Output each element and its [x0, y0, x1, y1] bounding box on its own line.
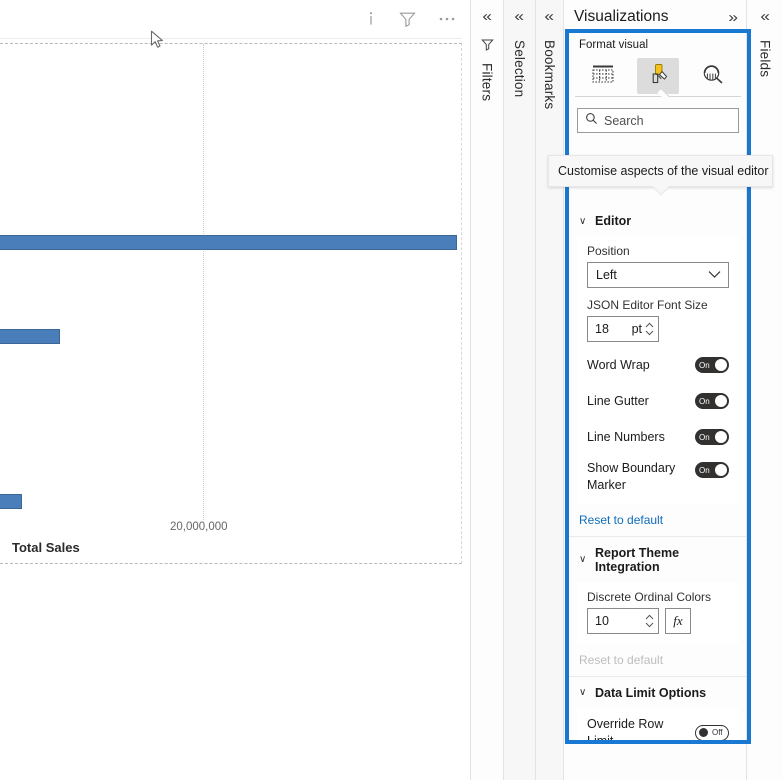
toggle-knob — [715, 395, 727, 407]
expand-fields-chevron[interactable]: « — [760, 9, 770, 24]
search-placeholder: Search — [604, 113, 644, 128]
json-font-size-value: 18 — [595, 322, 609, 336]
line-numbers-toggle[interactable]: On — [695, 429, 729, 445]
visualizations-header: Visualizations » — [564, 0, 746, 26]
line-gutter-toggle[interactable]: On — [695, 393, 729, 409]
selection-pane-label: Selection — [512, 40, 527, 98]
analytics-tab[interactable] — [692, 58, 734, 94]
line-numbers-state: On — [699, 432, 710, 442]
line-numbers-label: Line Numbers — [587, 429, 665, 444]
filter-icon[interactable] — [399, 11, 416, 27]
json-font-size-label: JSON Editor Font Size — [587, 298, 708, 312]
chevron-down-icon — [708, 266, 721, 284]
discrete-ordinal-colors-value: 10 — [595, 613, 609, 628]
toolbar-divider — [0, 38, 462, 39]
chevron-down-icon: ∨ — [579, 554, 587, 566]
search-icon — [585, 112, 598, 130]
fields-pane-collapsed[interactable]: « Fields — [746, 0, 783, 780]
build-visual-tab[interactable] — [582, 58, 624, 94]
section-header-report-theme-integration[interactable]: ∨ Report Theme Integration — [569, 537, 747, 582]
filter-icon — [480, 38, 494, 56]
bookmarks-pane-collapsed[interactable]: « Bookmarks — [535, 0, 563, 780]
collapse-visualizations-chevron[interactable]: » — [728, 9, 738, 26]
section-title-data-limit-options: Data Limit Options — [595, 685, 707, 700]
position-dropdown[interactable]: Left — [587, 262, 729, 288]
expand-selection-chevron[interactable]: « — [515, 9, 525, 24]
chevron-down-icon: ∨ — [579, 687, 587, 699]
format-search-wrapper: Search — [569, 106, 747, 133]
section-title-editor: Editor — [595, 214, 632, 228]
show-boundary-marker-toggle[interactable]: On — [695, 462, 729, 478]
section-title-report-theme-integration: Report Theme Integration — [595, 545, 680, 574]
word-wrap-state: On — [699, 360, 710, 370]
override-row-limit-row: Override Row Limit Off — [587, 716, 729, 740]
more-options-icon[interactable] — [438, 11, 456, 27]
fields-pane-label: Fields — [757, 40, 773, 78]
editor-card: Position Left JSON Editor Font Size 18 p… — [577, 236, 739, 504]
line-gutter-state: On — [699, 396, 710, 406]
gridline-20m — [203, 44, 204, 520]
table-grid-icon — [590, 62, 616, 91]
toggle-knob — [715, 431, 727, 443]
conditional-formatting-fx-button[interactable]: fx — [665, 607, 691, 634]
position-value: Left — [596, 268, 617, 282]
chevron-down-icon: ∨ — [579, 215, 587, 227]
spinner-arrows-icon[interactable] — [645, 613, 654, 629]
tooltip-text: Customise aspects of the visual editor — [558, 164, 769, 178]
bar-3[interactable] — [0, 494, 22, 509]
selection-pane-collapsed[interactable]: « Selection — [503, 0, 535, 780]
toggle-knob — [699, 728, 708, 738]
reset-to-default-editor[interactable]: Reset to default — [569, 504, 747, 536]
reset-to-default-report-theme-integration: Reset to default — [579, 652, 664, 667]
json-font-size-unit: pt — [631, 322, 642, 336]
visualizations-title: Visualizations — [574, 8, 669, 25]
report-theme-integration-card: Discrete Ordinal Colors 10 fx — [577, 581, 739, 644]
data-limit-options-card: Override Row Limit Off — [577, 707, 739, 740]
toggle-knob — [715, 359, 727, 371]
override-row-limit-state: Off — [712, 728, 723, 738]
x-axis-tick-label: 20,000,000 — [170, 521, 228, 533]
discrete-ordinal-colors-controls: 10 fx — [587, 607, 729, 634]
line-gutter-row: Line Gutter On — [587, 388, 729, 414]
discrete-ordinal-colors-input[interactable]: 10 — [587, 607, 659, 634]
bar-chart-plot[interactable] — [0, 44, 462, 520]
line-gutter-label: Line Gutter — [587, 393, 649, 408]
editor-tooltip: Customise aspects of the visual editor — [548, 155, 773, 196]
override-row-limit-toggle[interactable]: Off — [695, 724, 729, 740]
toggle-knob — [715, 464, 727, 476]
format-visual-heading: Format visual — [579, 39, 649, 51]
override-row-limit-label: Override Row Limit — [587, 716, 664, 740]
word-wrap-label: Word Wrap — [587, 357, 650, 372]
format-settings-list[interactable]: ∨ Editor Position Left JSON Editor Font … — [569, 205, 747, 740]
paint-roller-icon — [645, 62, 671, 91]
info-icon[interactable] — [365, 11, 377, 27]
expand-filters-chevron[interactable]: « — [482, 9, 492, 24]
x-axis-title: Total Sales — [12, 540, 80, 555]
expand-bookmarks-chevron[interactable]: « — [545, 9, 555, 24]
section-header-editor[interactable]: ∨ Editor — [569, 205, 747, 236]
magnifier-chart-icon — [700, 62, 726, 91]
word-wrap-toggle[interactable]: On — [695, 357, 729, 373]
word-wrap-row: Word Wrap On — [587, 352, 729, 378]
report-canvas[interactable]: 20,000,000 Total Sales — [0, 0, 470, 780]
filters-pane-collapsed[interactable]: « Filters — [470, 0, 503, 780]
tabs-underline — [575, 87, 741, 106]
search-input[interactable]: Search — [577, 108, 739, 133]
bookmarks-pane-label: Bookmarks — [542, 40, 557, 110]
filters-pane-label: Filters — [479, 63, 495, 102]
visual-header-toolbar — [359, 4, 462, 34]
mouse-cursor — [150, 30, 166, 50]
line-numbers-row: Line Numbers On — [587, 424, 729, 450]
show-boundary-marker-label: Show Boundary Marker — [587, 461, 676, 492]
bar-2[interactable] — [0, 329, 60, 344]
position-label: Position — [587, 244, 630, 258]
discrete-ordinal-colors-label: Discrete Ordinal Colors — [587, 589, 712, 604]
json-editor-font-size-input[interactable]: 18 pt — [587, 316, 659, 342]
format-visual-panel[interactable]: Format visual Search ∨ Editor Position L… — [569, 33, 747, 740]
show-boundary-marker-state: On — [699, 465, 710, 475]
show-boundary-marker-row: Show Boundary Marker On — [587, 460, 729, 494]
bar-1[interactable] — [0, 235, 457, 250]
section-header-data-limit-options[interactable]: ∨ Data Limit Options — [569, 677, 747, 708]
spinner-arrows-icon[interactable] — [645, 321, 654, 337]
